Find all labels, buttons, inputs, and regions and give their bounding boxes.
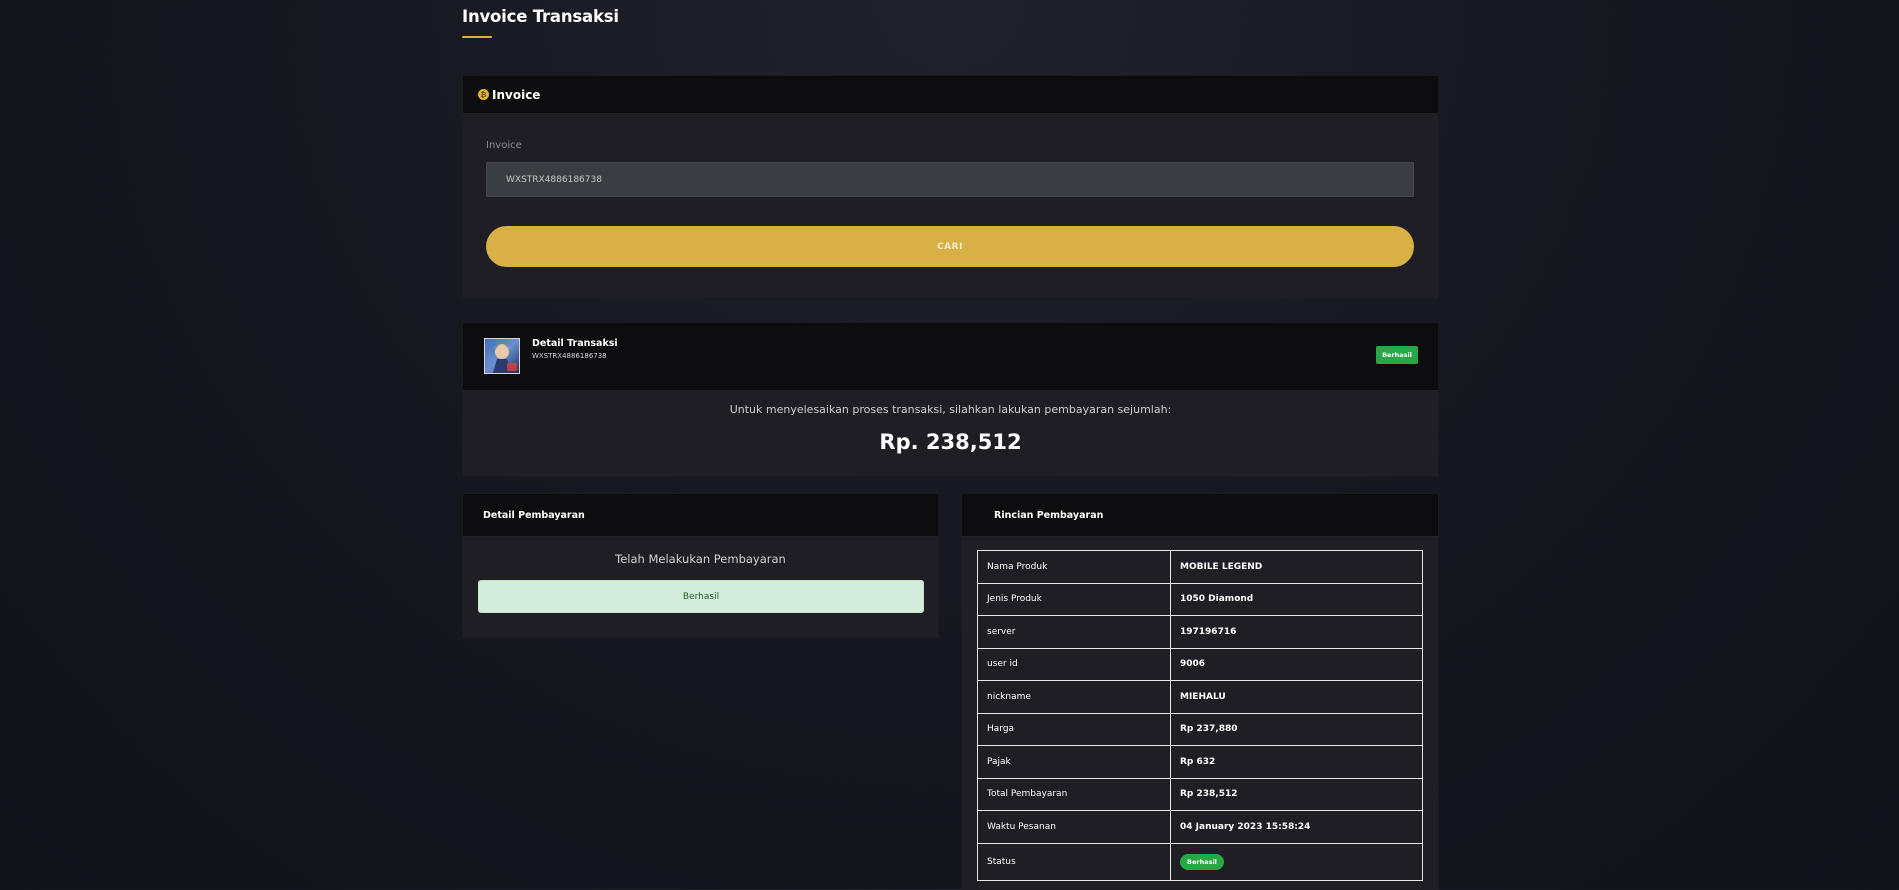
table-row: nickname MIEHALU <box>977 680 1423 714</box>
transaction-detail-card: Detail Transaksi WXSTRX4886186738 Berhas… <box>462 322 1439 477</box>
row-label: Waktu Pesanan <box>977 810 1171 844</box>
transaction-detail-title: Detail Transaksi <box>532 338 618 349</box>
title-underline <box>462 36 492 38</box>
row-label: server <box>977 615 1171 649</box>
invoice-search-card: ₿ Invoice Invoice CARI <box>462 75 1439 299</box>
row-label: nickname <box>977 680 1171 714</box>
row-value: MIEHALU <box>1170 680 1423 714</box>
payment-detail-header: Detail Pembayaran <box>463 494 938 537</box>
payment-instruction: Untuk menyelesaikan proses transaksi, si… <box>729 403 1172 416</box>
row-label: Pajak <box>977 745 1171 779</box>
page-title: Invoice Transaksi <box>462 7 619 26</box>
table-row: server 197196716 <box>977 615 1423 649</box>
payment-status-alert: Berhasil <box>478 580 924 613</box>
row-label: Jenis Produk <box>977 582 1171 616</box>
table-row: Status Berhasil <box>977 842 1423 881</box>
rincian-pembayaran-card: Rincian Pembayaran Nama Produk MOBILE LE… <box>961 493 1439 890</box>
status-badge: Berhasil <box>1376 346 1418 364</box>
table-row: Waktu Pesanan 04 January 2023 15:58:24 <box>977 810 1423 844</box>
row-value: 04 January 2023 15:58:24 <box>1170 810 1423 844</box>
row-value: 1050 Diamond <box>1170 582 1423 616</box>
search-button[interactable]: CARI <box>486 226 1414 267</box>
row-label: Total Pembayaran <box>977 777 1171 811</box>
table-row: user id 9006 <box>977 647 1423 681</box>
row-value: Rp 237,880 <box>1170 712 1423 746</box>
table-row: Nama Produk MOBILE LEGEND <box>977 550 1423 584</box>
payment-detail-card: Detail Pembayaran Telah Melakukan Pembay… <box>462 493 939 638</box>
invoice-card-header: ₿ Invoice <box>463 76 1438 114</box>
row-label: user id <box>977 647 1171 681</box>
rincian-title: Rincian Pembayaran <box>994 509 1104 521</box>
row-value: 197196716 <box>1170 615 1423 649</box>
transaction-detail-header: Detail Transaksi WXSTRX4886186738 Berhas… <box>463 323 1438 391</box>
rincian-table: Nama Produk MOBILE LEGEND Jenis Produk 1… <box>977 550 1423 881</box>
row-value: Rp 632 <box>1170 745 1423 779</box>
row-label: Nama Produk <box>977 550 1171 584</box>
table-row: Harga Rp 237,880 <box>977 712 1423 746</box>
row-value: 9006 <box>1170 647 1423 681</box>
table-row: Jenis Produk 1050 Diamond <box>977 582 1423 616</box>
rincian-header: Rincian Pembayaran <box>962 494 1438 537</box>
payment-detail-title: Detail Pembayaran <box>483 509 585 521</box>
transaction-invoice-id: WXSTRX4886186738 <box>532 352 607 360</box>
row-value: Rp 238,512 <box>1170 777 1423 811</box>
row-value: MOBILE LEGEND <box>1170 550 1423 584</box>
row-label: Harga <box>977 712 1171 746</box>
payment-amount: Rp. 238,512 <box>879 430 1022 454</box>
table-row: Pajak Rp 632 <box>977 745 1423 779</box>
payment-message: Telah Melakukan Pembayaran <box>615 552 786 566</box>
row-label: Status <box>977 842 1171 881</box>
product-thumbnail-art <box>485 339 519 373</box>
coin-icon: ₿ <box>478 89 489 100</box>
table-row: Total Pembayaran Rp 238,512 <box>977 777 1423 811</box>
invoice-input[interactable] <box>486 162 1414 197</box>
invoice-field-label: Invoice <box>486 140 522 151</box>
invoice-card-title: Invoice <box>492 87 541 102</box>
status-badge: Berhasil <box>1180 853 1224 870</box>
row-value-cell: Berhasil <box>1170 842 1423 881</box>
product-thumbnail-image <box>484 338 520 374</box>
